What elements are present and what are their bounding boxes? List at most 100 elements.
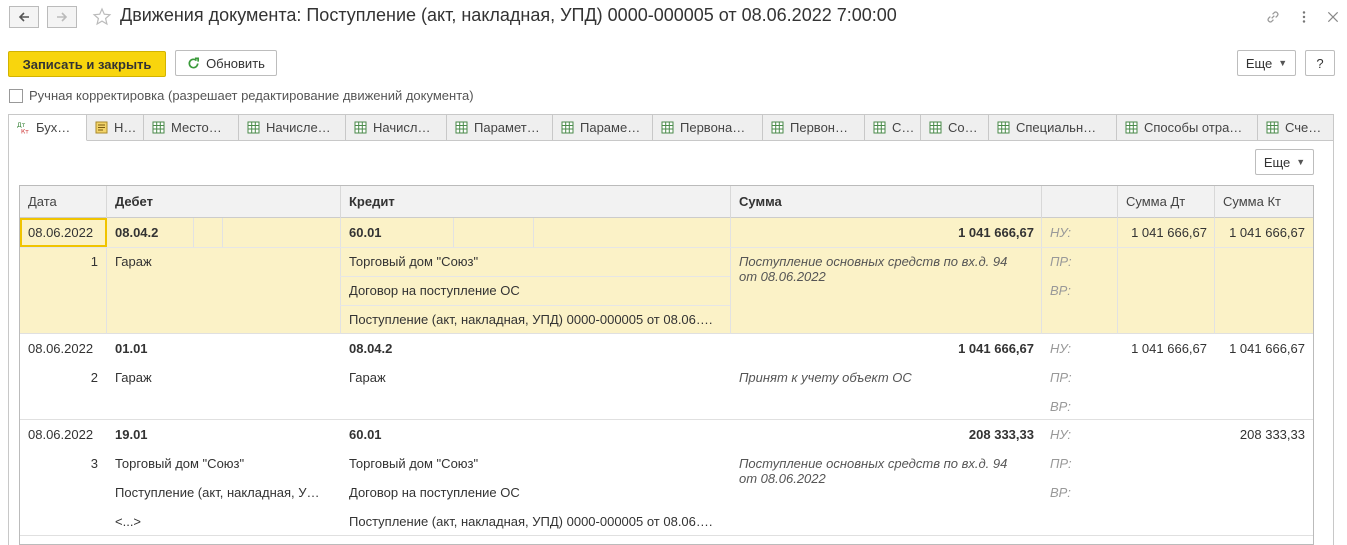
- tab-label: Н…: [114, 120, 137, 135]
- more-button[interactable]: Еще ▼: [1237, 50, 1296, 76]
- refresh-button[interactable]: Обновить: [175, 50, 277, 76]
- table-row[interactable]: 08.06.2022 1 08.04.2 Гараж 60.01 Торговы…: [20, 218, 1313, 334]
- caret-down-icon: ▼: [1296, 157, 1306, 167]
- column-amount[interactable]: Сумма: [731, 186, 1042, 218]
- tax-label-vr: ВР:: [1050, 485, 1071, 500]
- table-icon: [661, 121, 674, 134]
- manual-edit-checkbox[interactable]: [9, 88, 23, 103]
- row-date: 08.06.2022: [28, 341, 94, 356]
- column-date[interactable]: Дата: [20, 186, 107, 218]
- tab-label: Сче…: [1285, 120, 1322, 135]
- table-more-label: Еще: [1263, 154, 1291, 170]
- link-icon[interactable]: [1264, 8, 1282, 26]
- row-date: 08.06.2022: [28, 427, 94, 442]
- description: Поступление основных средств по вх.д. 94…: [739, 254, 1008, 284]
- save-and-close-button[interactable]: Записать и закрыть: [8, 51, 166, 77]
- debit-subconto-1: Гараж: [115, 254, 152, 269]
- table-icon: [152, 121, 165, 134]
- table-icon: [247, 121, 260, 134]
- debit-subconto-3[interactable]: <...>: [115, 507, 215, 536]
- caret-down-icon: ▼: [1278, 58, 1288, 68]
- description: Принят к учету объект ОС: [739, 370, 912, 385]
- amount: 1 041 666,67: [958, 225, 1034, 240]
- row-number: 2: [90, 370, 98, 385]
- refresh-label: Обновить: [206, 55, 265, 71]
- debit-subconto-1: Торговый дом "Союз": [115, 456, 245, 471]
- back-button[interactable]: [9, 6, 39, 28]
- tab-register-5[interactable]: Парамет…: [447, 114, 553, 141]
- tab-label: Первона…: [680, 120, 746, 135]
- tab-label: Начисле…: [266, 120, 331, 135]
- column-credit[interactable]: Кредит: [341, 186, 731, 218]
- close-icon[interactable]: [1324, 8, 1342, 26]
- tab-register-9[interactable]: С…: [865, 114, 921, 141]
- table-more-button[interactable]: Еще ▼: [1255, 149, 1314, 175]
- tab-label: Параме…: [580, 120, 641, 135]
- tab-register-13[interactable]: Сче…: [1258, 114, 1334, 141]
- movements-table[interactable]: Дата Дебет Кредит Сумма Сумма Дт Сумма К…: [19, 185, 1314, 545]
- star-icon[interactable]: [92, 7, 112, 27]
- credit-account: 60.01: [349, 427, 382, 442]
- tax-label-nu: НУ:: [1050, 427, 1072, 442]
- more-label: Еще: [1245, 55, 1273, 71]
- tab-accounting[interactable]: Дт Кт Бух…: [8, 114, 87, 141]
- register-icon: [95, 121, 108, 134]
- credit-subconto-1: Торговый дом "Союз": [349, 254, 479, 269]
- tab-register-1[interactable]: Н…: [87, 114, 144, 141]
- debit-subconto-1: Гараж: [115, 370, 152, 385]
- table-row[interactable]: 08.06.2022 3 19.01 Торговый дом "Союз" П…: [20, 420, 1313, 536]
- debit-account: 08.04.2: [115, 225, 159, 240]
- tab-register-10[interactable]: Со…: [921, 114, 989, 141]
- tab-label: Парамет…: [474, 120, 540, 135]
- row-number: 1: [90, 254, 98, 269]
- debit-subconto-2: Поступление (акт, накладная, У…: [115, 485, 320, 500]
- credit-subconto-3: Поступление (акт, накладная, УПД) 0000-0…: [349, 312, 713, 327]
- table-icon: [929, 121, 942, 134]
- table-icon: [561, 121, 574, 134]
- table-icon: [354, 121, 367, 134]
- tab-register-8[interactable]: Первон…: [763, 114, 865, 141]
- forward-button[interactable]: [47, 6, 77, 28]
- nu-amount-kt: 208 333,33: [1239, 427, 1305, 442]
- debit-account: 01.01: [115, 341, 148, 356]
- credit-account: 08.04.2: [349, 341, 393, 356]
- tax-label-pr: ПР:: [1050, 370, 1072, 385]
- manual-edit-row: Ручная корректировка (разрешает редактир…: [9, 88, 474, 103]
- tab-label: Начисл…: [373, 120, 431, 135]
- more-vert-icon[interactable]: [1295, 8, 1313, 26]
- tab-register-7[interactable]: Первона…: [653, 114, 763, 141]
- tax-label-pr: ПР:: [1050, 456, 1072, 471]
- nu-amount-dt: [1120, 420, 1207, 449]
- credit-subconto-1: Торговый дом "Союз": [349, 456, 479, 471]
- tab-label: Место…: [171, 120, 222, 135]
- nu-amount-dt: 1 041 666,67: [1131, 225, 1207, 240]
- tab-register-11[interactable]: Специальн…: [989, 114, 1117, 141]
- tab-label: Специальн…: [1016, 120, 1097, 135]
- credit-subconto-2: Договор на поступление ОС: [349, 283, 520, 298]
- column-amount-dt[interactable]: Сумма Дт: [1118, 186, 1215, 218]
- manual-edit-label[interactable]: Ручная корректировка (разрешает редактир…: [29, 88, 474, 103]
- credit-subconto-2: Договор на поступление ОС: [349, 485, 520, 500]
- table-icon: [455, 121, 468, 134]
- tab-label: Бух…: [36, 120, 71, 135]
- tab-register-3[interactable]: Начисле…: [239, 114, 346, 141]
- row-date: 08.06.2022: [28, 225, 94, 240]
- nu-amount-kt: 1 041 666,67: [1229, 341, 1305, 356]
- column-debit[interactable]: Дебет: [107, 186, 341, 218]
- tab-register-2[interactable]: Место…: [144, 114, 239, 141]
- tax-label-nu: НУ:: [1050, 341, 1072, 356]
- help-button[interactable]: ?: [1305, 50, 1335, 76]
- tab-label: Первон…: [790, 120, 848, 135]
- table-icon: [1125, 121, 1138, 134]
- column-amount-kt[interactable]: Сумма Кт: [1215, 186, 1313, 218]
- tab-label: Со…: [948, 120, 978, 135]
- table-header: Дата Дебет Кредит Сумма Сумма Дт Сумма К…: [20, 186, 1313, 218]
- tax-label-vr: ВР:: [1050, 283, 1071, 298]
- register-tabs: Дт Кт Бух… Н… Место… Начисле… Начисл… Пар…: [8, 114, 1334, 141]
- table-row[interactable]: 08.06.2022 2 01.01 Гараж 08.04.2 Гараж 1…: [20, 334, 1313, 420]
- tab-label: Способы отра…: [1144, 120, 1243, 135]
- table-icon: [1266, 121, 1279, 134]
- tab-register-6[interactable]: Параме…: [553, 114, 653, 141]
- tab-register-12[interactable]: Способы отра…: [1117, 114, 1258, 141]
- tab-register-4[interactable]: Начисл…: [346, 114, 447, 141]
